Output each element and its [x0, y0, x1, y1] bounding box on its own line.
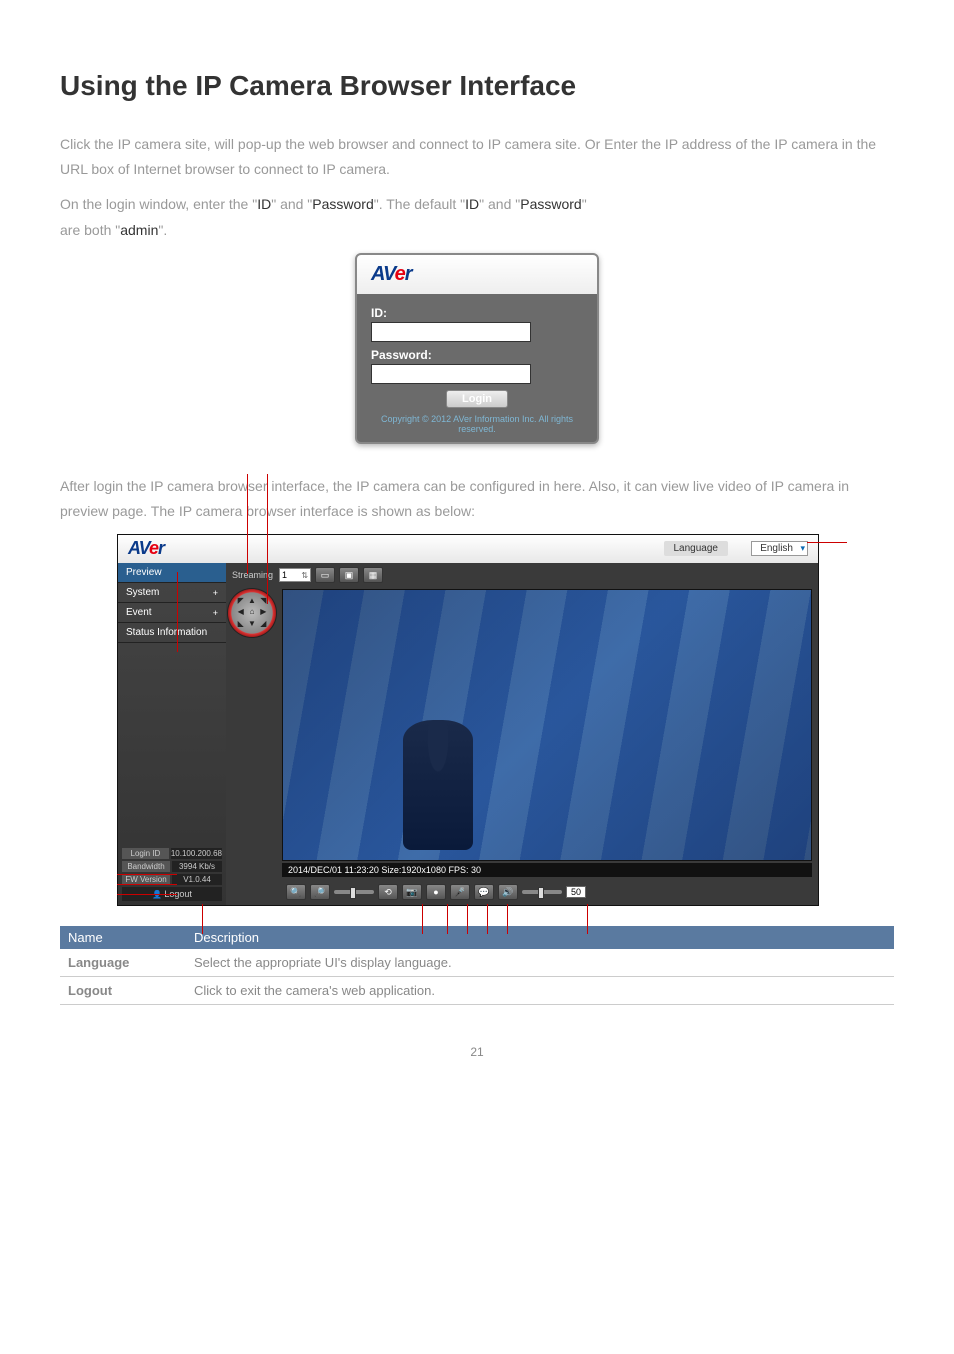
ptz-control[interactable]: ◤▲◥ ◀⌂▶ ◣▼◢ — [228, 589, 276, 637]
sidebar: Preview System + Event + Status Informatio… — [118, 563, 226, 905]
table-row: Logout Click to exit the camera's web ap… — [60, 977, 894, 1005]
page-title: Using the IP Camera Browser Interface — [60, 70, 894, 102]
video-info-bar: 2014/DEC/01 11:23:20 Size:1920x1080 FPS:… — [282, 863, 812, 877]
callout-line — [267, 474, 268, 604]
aspect-fit-button[interactable]: ▣ — [339, 567, 359, 583]
text: Password — [520, 196, 581, 212]
callout-line — [507, 904, 508, 934]
header-bar: AVer Language English — [118, 535, 818, 563]
page-number: 21 — [60, 1045, 894, 1059]
id-input[interactable] — [371, 322, 531, 342]
ptz-right-icon[interactable]: ▶ — [258, 607, 269, 618]
zoom-out-button[interactable]: 🔎 — [310, 884, 330, 900]
table-cell-name: Language — [60, 949, 186, 977]
sidebar-item-label: Event — [126, 607, 152, 618]
table-cell-name: Logout — [60, 977, 186, 1005]
after-login-paragraph: After login the IP camera browser interf… — [60, 474, 894, 524]
description-table: Name Description Language Select the app… — [60, 926, 894, 1005]
ui-screenshot: AVer Language English Preview System + Ev… — [117, 534, 837, 906]
volume-slider[interactable] — [522, 890, 562, 894]
zoom-in-button[interactable]: 🔍 — [286, 884, 306, 900]
text: ID — [465, 196, 479, 212]
text: ". — [158, 222, 167, 238]
copyright-text: Copyright © 2012 AVer Information Inc. A… — [357, 414, 597, 436]
bandwidth-label: Bandwidth — [122, 861, 170, 872]
table-cell-description: Click to exit the camera's web applicati… — [186, 977, 894, 1005]
callout-line — [587, 904, 588, 934]
ptz-left-icon[interactable]: ◀ — [235, 607, 246, 618]
volume-value: 50 — [566, 886, 586, 898]
callout-line — [467, 904, 468, 934]
sidebar-item-preview[interactable]: Preview — [118, 563, 226, 583]
text: ID — [257, 196, 271, 212]
login-header: AVer — [357, 255, 597, 294]
login-id-label: Login ID — [122, 848, 169, 859]
callout-line — [487, 904, 488, 934]
sidebar-item-label: Status Information — [126, 627, 207, 638]
snapshot-button[interactable]: 📷 — [402, 884, 422, 900]
intro-paragraph-1: Click the IP camera site, will pop-up th… — [60, 132, 894, 182]
record-button[interactable]: ● — [426, 884, 446, 900]
login-button[interactable]: Login — [446, 390, 508, 408]
text: " — [582, 196, 587, 212]
callout-line — [177, 572, 178, 652]
text: On the login window, enter the " — [60, 196, 257, 212]
callout-line — [117, 884, 177, 885]
brand-logo: AVer — [128, 538, 164, 559]
zoom-reset-button[interactable]: ⟲ — [378, 884, 398, 900]
text: Password — [312, 196, 373, 212]
callout-line — [117, 894, 177, 895]
login-id-value: 10.100.200.68 — [171, 848, 222, 859]
ptz-home-icon[interactable]: ⌂ — [246, 607, 257, 618]
table-row: Language Select the appropriate UI's dis… — [60, 949, 894, 977]
callout-line — [422, 904, 423, 934]
bandwidth-value: 3994 Kb/s — [172, 861, 222, 872]
mic-button[interactable]: 🎤 — [450, 884, 470, 900]
ptz-down-icon[interactable]: ▼ — [246, 619, 257, 630]
text: " and " — [271, 196, 312, 212]
callout-line — [202, 904, 203, 934]
sidebar-item-status-information[interactable]: Status Information — [118, 623, 226, 643]
table-cell-description: Select the appropriate UI's display lang… — [186, 949, 894, 977]
callout-line — [117, 874, 177, 875]
callout-line — [807, 542, 847, 543]
sidebar-item-label: Preview — [126, 567, 162, 578]
expand-icon: + — [213, 608, 218, 618]
talk-button[interactable]: 💬 — [474, 884, 494, 900]
password-input[interactable] — [371, 364, 531, 384]
table-header-name: Name — [60, 926, 186, 949]
fw-version-value: V1.0.44 — [172, 874, 222, 885]
callout-line — [247, 474, 248, 574]
zoom-slider[interactable] — [334, 890, 374, 894]
toolbar-bottom: 🔍 🔎 ⟲ 📷 ● 🎤 💬 🔊 50 — [282, 883, 812, 901]
ptz-down-right-icon[interactable]: ◢ — [258, 619, 269, 630]
text: ". The default " — [374, 196, 465, 212]
main-panel: Streaming 1 ▭ ▣ ▦ ◤▲◥ ◀⌂▶ ◣▼◢ — [226, 563, 818, 905]
video-preview — [282, 589, 812, 861]
toolbar-top: Streaming 1 ▭ ▣ ▦ — [226, 563, 818, 587]
expand-icon: + — [213, 588, 218, 598]
callout-line — [447, 904, 448, 934]
aspect-full-button[interactable]: ▦ — [363, 567, 383, 583]
text: " and " — [479, 196, 520, 212]
language-select[interactable]: English — [751, 541, 808, 556]
ptz-up-icon[interactable]: ▲ — [246, 596, 257, 607]
login-dialog: AVer ID: Password: Login Copyright © 201… — [355, 253, 599, 444]
ptz-down-left-icon[interactable]: ◣ — [235, 619, 246, 630]
aspect-original-button[interactable]: ▭ — [315, 567, 335, 583]
ptz-up-left-icon[interactable]: ◤ — [235, 596, 246, 607]
sidebar-item-system[interactable]: System + — [118, 583, 226, 603]
password-label: Password: — [371, 348, 583, 362]
speaker-button[interactable]: 🔊 — [498, 884, 518, 900]
sidebar-item-label: System — [126, 587, 159, 598]
streaming-spinner[interactable]: 1 — [279, 568, 311, 582]
sidebar-item-event[interactable]: Event + — [118, 603, 226, 623]
id-label: ID: — [371, 306, 583, 320]
table-header-description: Description — [186, 926, 894, 949]
brand-logo: AVer — [371, 263, 411, 285]
intro-paragraph-2: On the login window, enter the "ID" and … — [60, 192, 894, 242]
text: are both " — [60, 222, 120, 238]
language-label: Language — [664, 541, 729, 556]
text: admin — [120, 222, 158, 238]
